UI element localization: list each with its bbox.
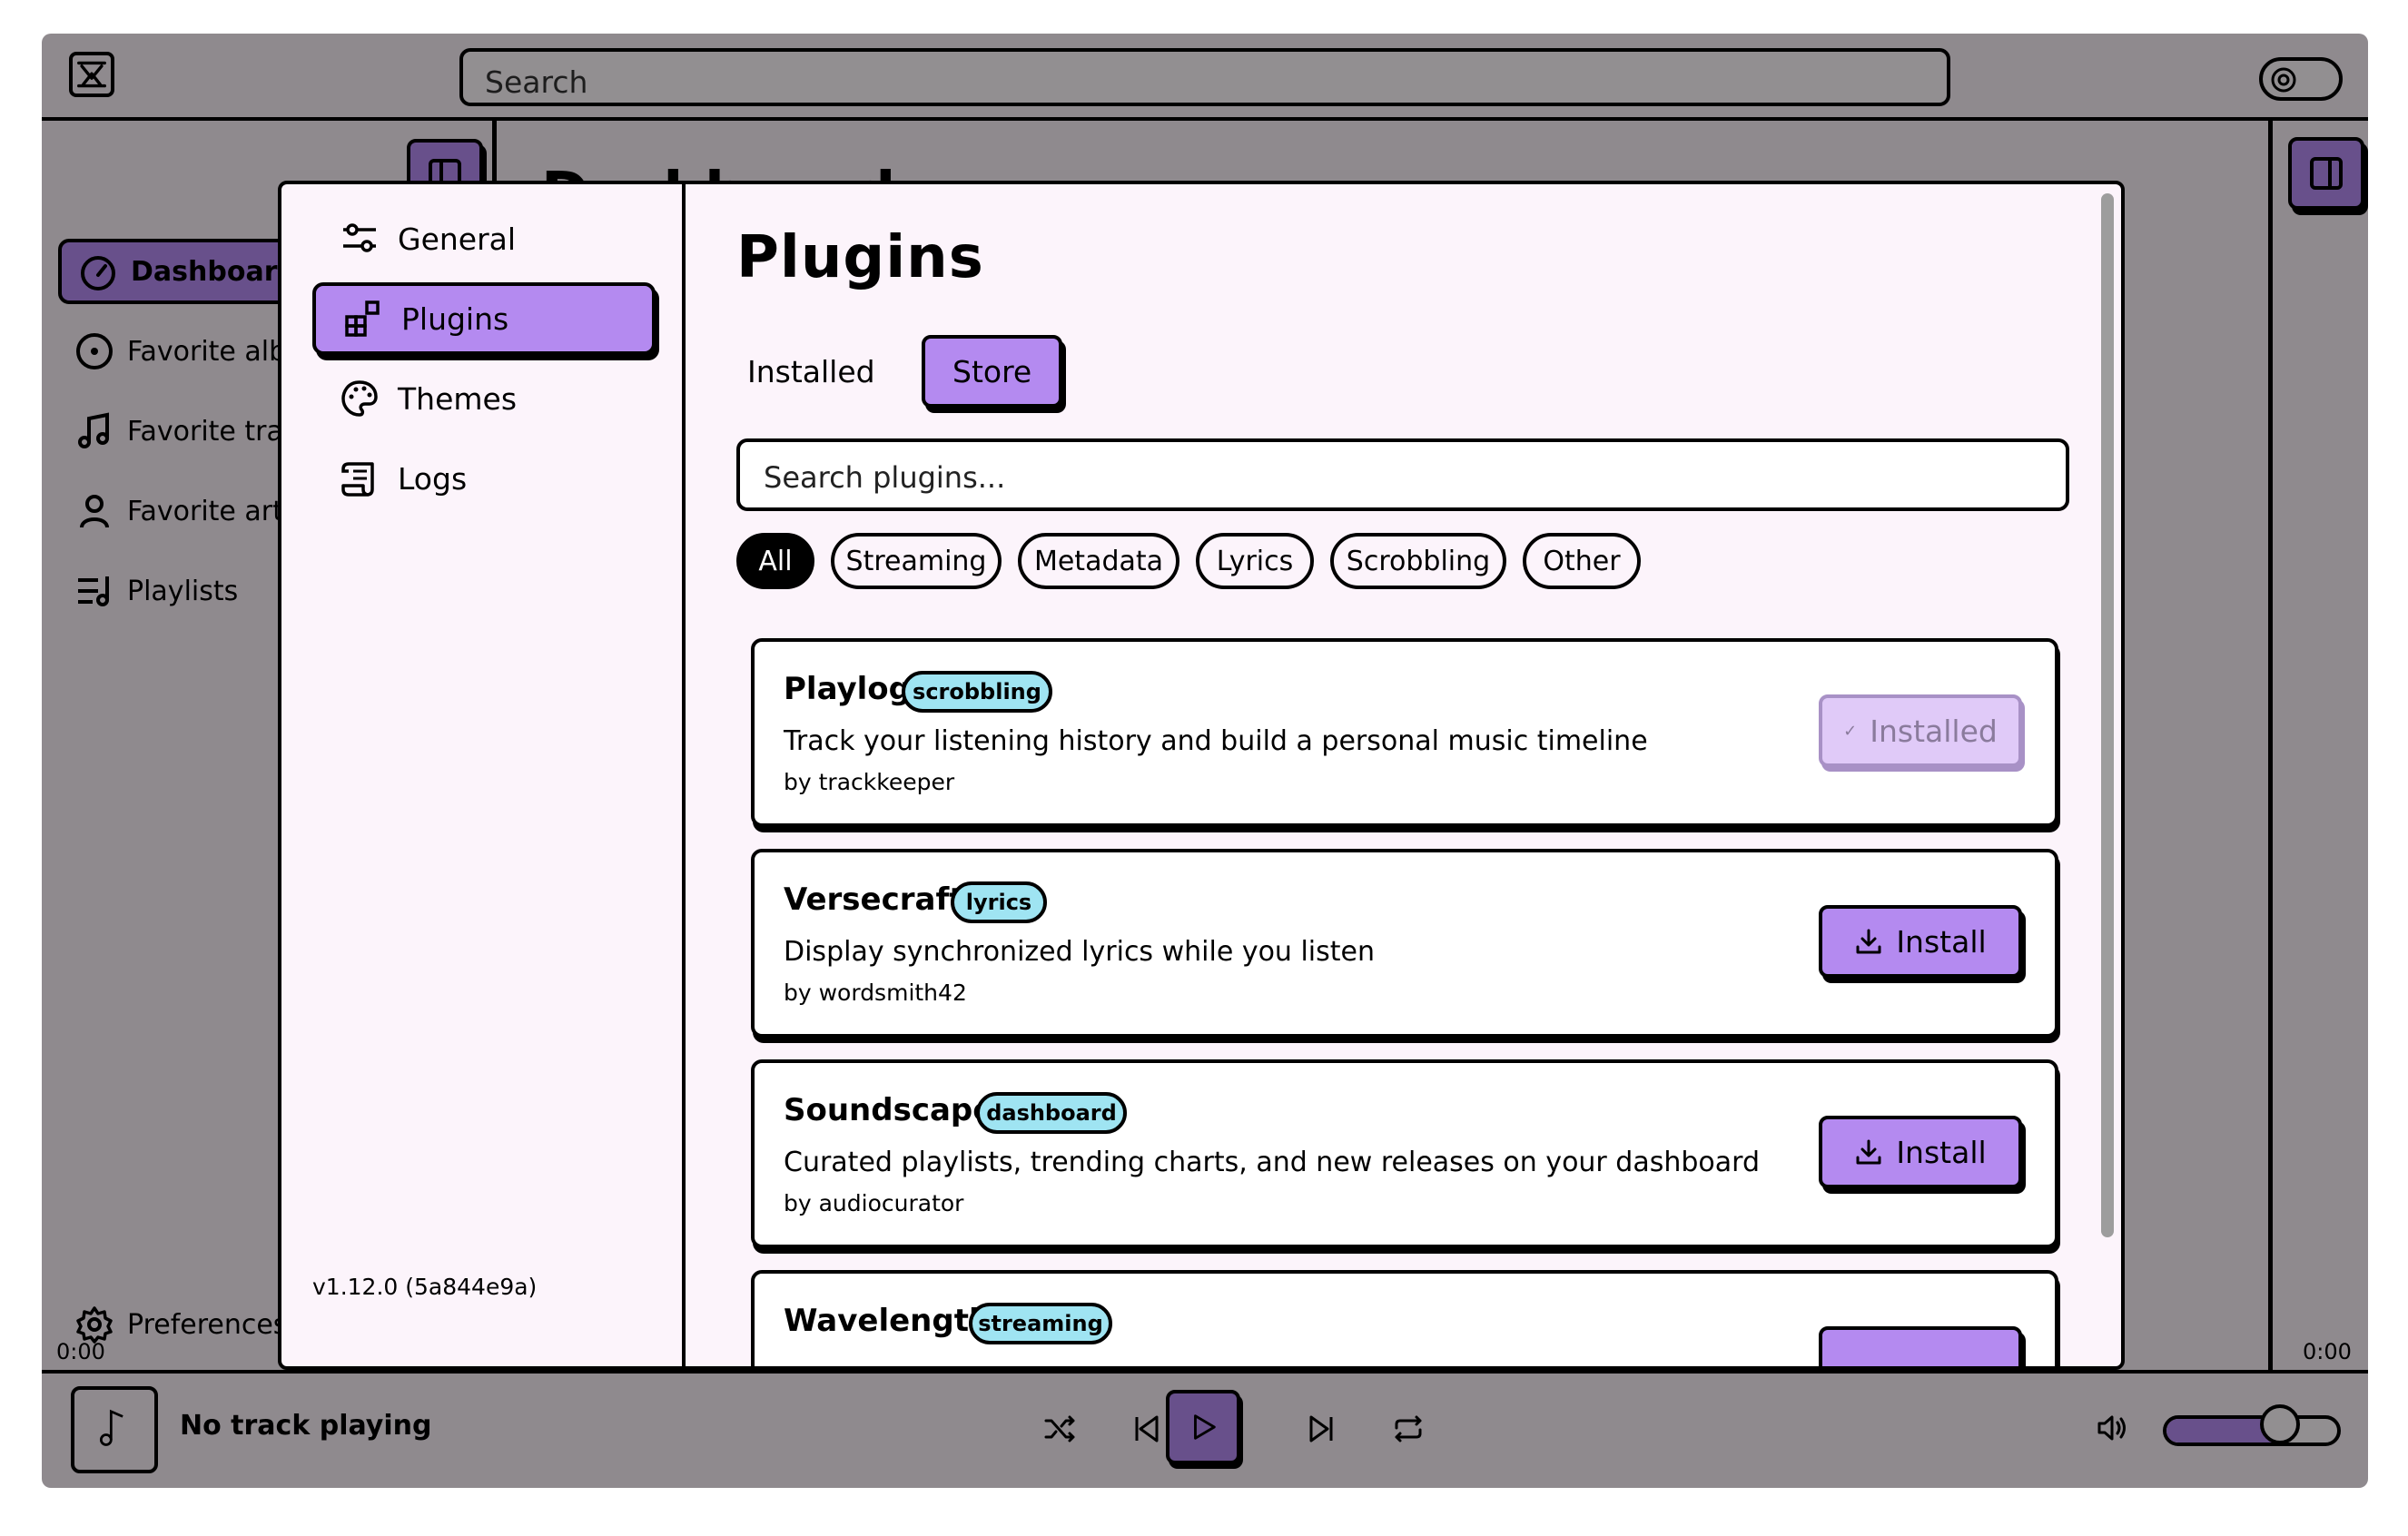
filter-chip-lyrics[interactable]: Lyrics [1196,533,1314,589]
filter-chip-other[interactable]: Other [1523,533,1641,589]
settings-nav: General Plugins Themes Logs v1.12.0 (5a8… [281,184,686,1366]
plugin-category-badge: streaming [969,1303,1112,1344]
download-icon [1854,927,1883,956]
installed-button[interactable]: ✓ Installed [1819,694,2022,767]
install-button[interactable]: Install [1819,1116,2022,1188]
settings-nav-plugins[interactable]: Plugins [312,282,656,355]
plugin-author: by audiocurator [784,1190,964,1216]
settings-modal: General Plugins Themes Logs v1.12.0 (5a8… [278,181,2125,1370]
plugins-panel: Plugins Installed Store Search plugins..… [689,184,2121,1366]
settings-nav-themes[interactable]: Themes [312,362,656,435]
installed-button-label: Installed [1870,713,1998,749]
scroll-icon [340,458,380,498]
tab-installed[interactable]: Installed [720,335,903,408]
plugin-category-badge: scrobbling [902,671,1052,713]
page-title: Plugins [736,224,984,291]
plugin-card: Versecraft lyrics Display synchronized l… [751,849,2058,1038]
check-icon: ✓ [1843,721,1858,741]
plugin-description: Display synchronized lyrics while you li… [784,936,1376,968]
sliders-icon [340,219,380,259]
settings-nav-label: General [398,221,517,257]
plugin-description: Track your listening history and build a… [784,725,1648,757]
filter-chip-metadata[interactable]: Metadata [1018,533,1179,589]
plugin-category-badge: lyrics [951,881,1047,923]
settings-nav-logs[interactable]: Logs [312,442,656,515]
filter-chip-all[interactable]: All [736,533,814,589]
plugin-author: by wordsmith42 [784,980,967,1006]
install-button-label: Install [1896,1134,1987,1170]
plugin-card: Soundscape dashboard Curated playlists, … [751,1059,2058,1248]
install-button[interactable]: Install [1819,905,2022,978]
settings-nav-general[interactable]: General [312,202,656,275]
settings-nav-label: Themes [398,380,518,417]
plugin-name: Soundscape [784,1092,994,1128]
plugin-card: Playlog scrobbling Track your listening … [751,638,2058,827]
filter-chip-streaming[interactable]: Streaming [831,533,1002,589]
app-window: Search Dashboard Dashboard Favorite albu… [42,34,2368,1488]
plugin-search-input[interactable]: Search plugins... [736,438,2069,511]
plugin-category-badge: dashboard [976,1092,1127,1134]
settings-nav-label: Plugins [401,300,509,337]
plugin-name: Wavelength [784,1303,992,1339]
plugin-name: Playlog [784,671,911,707]
plugin-name: Versecraft [784,881,964,918]
blocks-icon [343,299,383,339]
filter-chip-scrobbling[interactable]: Scrobbling [1330,533,1506,589]
settings-nav-label: Logs [398,460,468,497]
download-icon [1854,1137,1883,1167]
install-button[interactable] [1819,1326,2022,1366]
app-version: v1.12.0 (5a844e9a) [312,1274,538,1300]
tab-store[interactable]: Store [922,335,1063,408]
plugin-card: Wavelength streaming [751,1270,2058,1366]
install-button-label: Install [1896,923,1987,960]
plugin-description: Curated playlists, trending charts, and … [784,1147,1761,1178]
plugin-author: by trackkeeper [784,769,955,795]
scrollbar[interactable] [2101,193,2114,1237]
palette-icon [340,379,380,418]
